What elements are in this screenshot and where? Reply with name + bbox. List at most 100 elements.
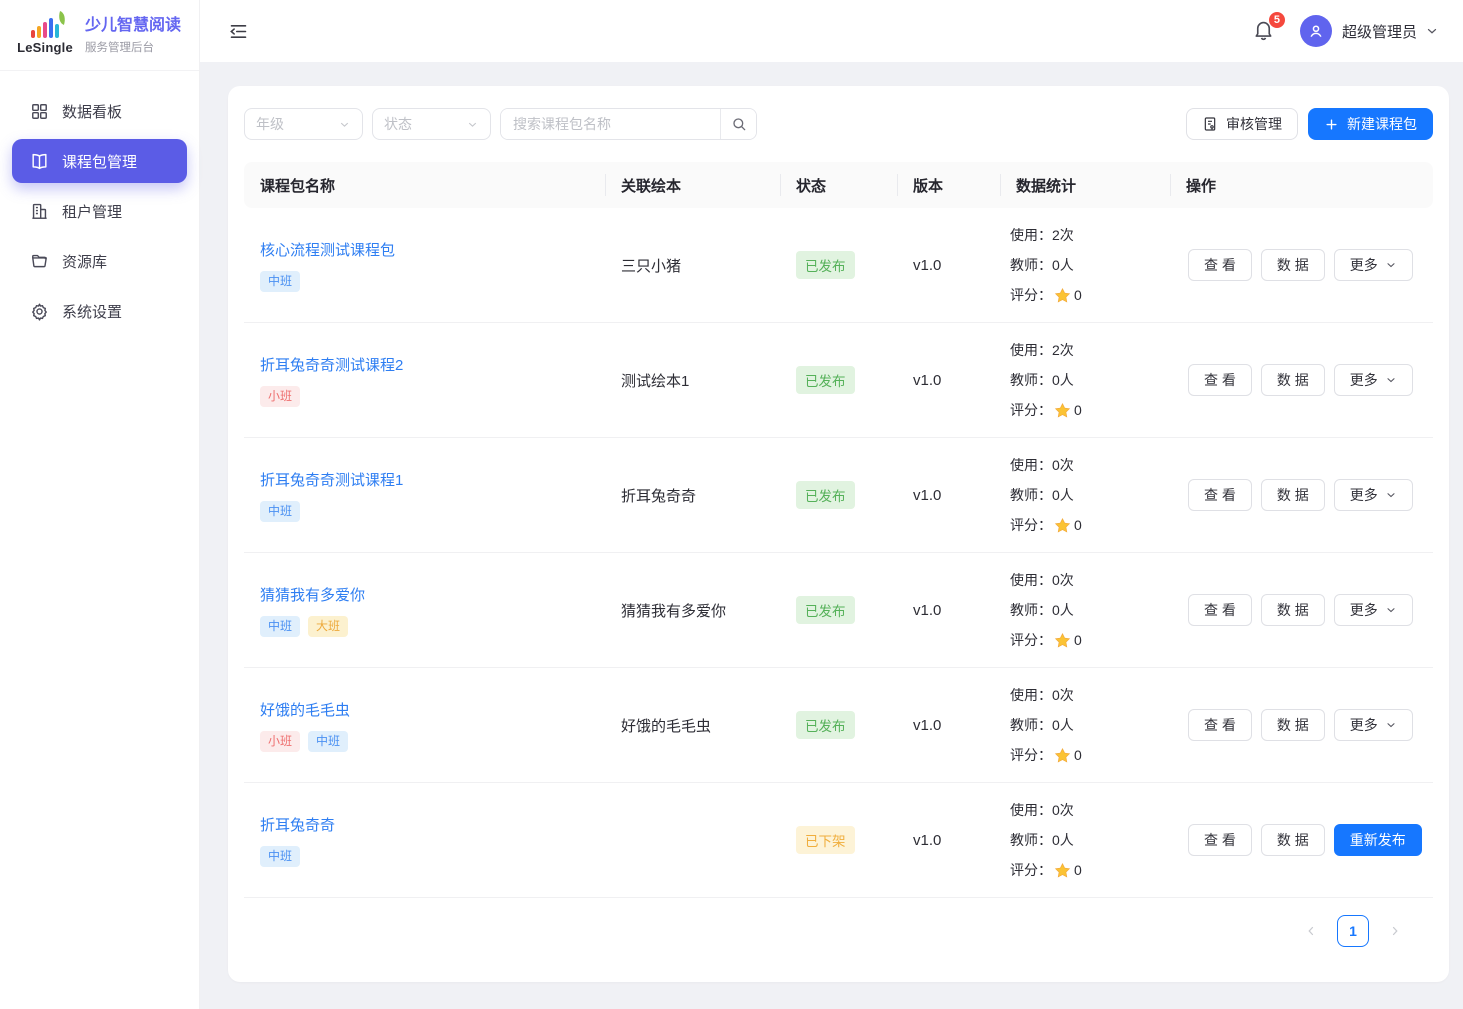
sidebar-item-resources[interactable]: 资源库 — [12, 239, 187, 283]
table-body: 核心流程测试课程包中班三只小猪已发布v1.0使用：2次教师：0人评分：0查 看数… — [244, 208, 1433, 898]
sidebar-item-tenants[interactable]: 租户管理 — [12, 189, 187, 233]
status-badge: 已发布 — [796, 481, 855, 509]
view-button[interactable]: 查 看 — [1188, 594, 1252, 626]
usage-stat: 使用：0次 — [1010, 680, 1170, 710]
more-button[interactable]: 更多 — [1334, 709, 1413, 741]
status-select[interactable]: 状态 — [372, 108, 491, 140]
status-select-placeholder: 状态 — [384, 114, 412, 134]
brand-logo-icon: LeSingle — [14, 16, 76, 55]
status-badge: 已发布 — [796, 366, 855, 394]
grade-tag: 小班 — [260, 731, 300, 752]
sidebar-item-label: 数据看板 — [62, 101, 122, 122]
sidebar-item-settings[interactable]: 系统设置 — [12, 289, 187, 333]
brand: LeSingle 少儿智慧阅读 服务管理后台 — [0, 0, 199, 71]
sidebar-item-course-packages[interactable]: 课程包管理 — [12, 139, 187, 183]
star-icon — [1054, 632, 1071, 649]
table-row: 折耳兔奇奇中班已下架v1.0使用：0次教师：0人评分：0查 看数 据重新发布 — [244, 783, 1433, 898]
rating-stat: 评分：0 — [1010, 625, 1170, 655]
teacher-stat: 教师：0人 — [1010, 250, 1170, 280]
audit-management-button[interactable]: 审核管理 — [1186, 108, 1298, 140]
related-book: 猜猜我有多爱你 — [621, 603, 726, 620]
data-button[interactable]: 数 据 — [1261, 479, 1325, 511]
table-row: 折耳兔奇奇测试课程2小班测试绘本1已发布v1.0使用：2次教师：0人评分：0查 … — [244, 323, 1433, 438]
row-actions: 查 看数 据更多 — [1188, 709, 1433, 741]
course-package-link[interactable]: 折耳兔奇奇测试课程1 — [260, 469, 403, 490]
user-name[interactable]: 超级管理员 — [1342, 21, 1417, 42]
user-menu-chevron-down-icon[interactable] — [1425, 24, 1439, 38]
course-package-link[interactable]: 核心流程测试课程包 — [260, 239, 395, 260]
pagination-prev-button[interactable] — [1297, 915, 1325, 947]
grade-tag: 中班 — [260, 501, 300, 522]
row-actions: 查 看数 据更多 — [1188, 249, 1433, 281]
more-button[interactable]: 更多 — [1334, 479, 1413, 511]
pagination-next-button[interactable] — [1381, 915, 1409, 947]
grade-tags: 中班大班 — [260, 616, 605, 637]
column-header-book: 关联绘本 — [605, 175, 780, 196]
grade-select[interactable]: 年级 — [244, 108, 363, 140]
row-actions: 查 看数 据更多 — [1188, 364, 1433, 396]
sidebar-item-dashboard[interactable]: 数据看板 — [12, 89, 187, 133]
more-button[interactable]: 更多 — [1334, 249, 1413, 281]
gear-icon — [30, 302, 49, 321]
book-icon — [30, 152, 49, 171]
related-book: 好饿的毛毛虫 — [621, 718, 711, 735]
chevron-down-icon — [1385, 604, 1397, 616]
grade-select-placeholder: 年级 — [256, 114, 284, 134]
course-package-link[interactable]: 折耳兔奇奇 — [260, 814, 335, 835]
sidebar-collapse-icon[interactable] — [224, 17, 252, 45]
more-button[interactable]: 更多 — [1334, 594, 1413, 626]
star-icon — [1054, 747, 1071, 764]
view-button[interactable]: 查 看 — [1188, 709, 1252, 741]
republish-button[interactable]: 重新发布 — [1334, 824, 1422, 856]
audit-management-label: 审核管理 — [1226, 114, 1282, 134]
related-book: 折耳兔奇奇 — [621, 488, 696, 505]
teacher-stat: 教师：0人 — [1010, 480, 1170, 510]
dashboard-icon — [30, 102, 49, 121]
chevron-down-icon — [1385, 489, 1397, 501]
data-button[interactable]: 数 据 — [1261, 594, 1325, 626]
sidebar-item-label: 资源库 — [62, 251, 107, 272]
rating-stat: 评分：0 — [1010, 740, 1170, 770]
search-input[interactable] — [501, 109, 720, 139]
pagination-page-1[interactable]: 1 — [1337, 915, 1369, 947]
teacher-stat: 教师：0人 — [1010, 710, 1170, 740]
view-button[interactable]: 查 看 — [1188, 249, 1252, 281]
grade-tags: 小班中班 — [260, 731, 605, 752]
more-button[interactable]: 更多 — [1334, 364, 1413, 396]
search-button[interactable] — [720, 109, 756, 139]
grade-tags: 中班 — [260, 501, 605, 522]
status-badge: 已下架 — [796, 826, 855, 854]
row-actions: 查 看数 据更多 — [1188, 479, 1433, 511]
create-course-package-button[interactable]: 新建课程包 — [1308, 108, 1433, 140]
avatar[interactable] — [1300, 15, 1332, 47]
brand-subtitle: 服务管理后台 — [85, 39, 181, 55]
version: v1.0 — [913, 717, 941, 734]
course-package-link[interactable]: 猜猜我有多爱你 — [260, 584, 365, 605]
teacher-stat: 教师：0人 — [1010, 365, 1170, 395]
chevron-left-icon — [1304, 924, 1318, 938]
data-button[interactable]: 数 据 — [1261, 824, 1325, 856]
chevron-down-icon — [466, 118, 479, 131]
grade-tag: 大班 — [308, 616, 348, 637]
pagination: 1 — [244, 898, 1433, 964]
status-badge: 已发布 — [796, 251, 855, 279]
data-button[interactable]: 数 据 — [1261, 709, 1325, 741]
chevron-down-icon — [1385, 374, 1397, 386]
view-button[interactable]: 查 看 — [1188, 364, 1252, 396]
view-button[interactable]: 查 看 — [1188, 824, 1252, 856]
filter-bar: 年级 状态 — [244, 108, 1433, 140]
chevron-right-icon — [1388, 924, 1402, 938]
course-package-link[interactable]: 折耳兔奇奇测试课程2 — [260, 354, 403, 375]
grade-tag: 小班 — [260, 386, 300, 407]
data-button[interactable]: 数 据 — [1261, 249, 1325, 281]
notification-bell-icon[interactable]: 5 — [1252, 18, 1278, 44]
row-actions: 查 看数 据重新发布 — [1188, 824, 1433, 856]
view-button[interactable]: 查 看 — [1188, 479, 1252, 511]
create-course-package-label: 新建课程包 — [1347, 114, 1417, 134]
course-package-link[interactable]: 好饿的毛毛虫 — [260, 699, 350, 720]
column-header-stats: 数据统计 — [1000, 175, 1170, 196]
grade-tags: 中班 — [260, 846, 605, 867]
usage-stat: 使用：2次 — [1010, 335, 1170, 365]
grade-tag: 中班 — [260, 616, 300, 637]
data-button[interactable]: 数 据 — [1261, 364, 1325, 396]
